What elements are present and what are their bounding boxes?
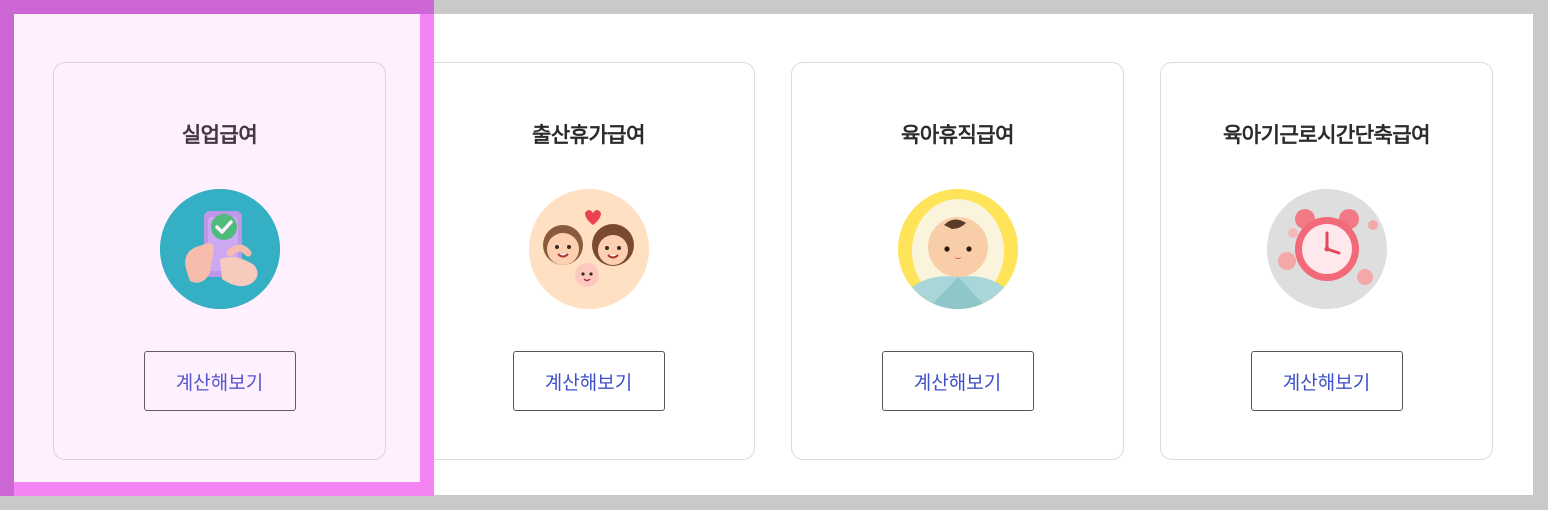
calculate-button[interactable]: 계산해보기: [1250, 351, 1403, 411]
card-title: 육아휴직급여: [901, 123, 1014, 147]
family-icon: [528, 189, 649, 309]
calculate-button[interactable]: 계산해보기: [512, 351, 665, 411]
selection-highlight-left-edge: [0, 0, 14, 496]
calculate-button[interactable]: 계산해보기: [881, 351, 1034, 411]
phone-check-icon: [159, 189, 280, 309]
card-parental-leave-benefit: 육아휴직급여 계산해보기: [791, 62, 1124, 460]
selection-highlight-top-edge: [0, 0, 434, 14]
card-title: 육아기근로시간단축급여: [1222, 123, 1431, 147]
benefit-calculator-panel: 실업급여 계산해보기 출산휴가급여 계산해보기 육아휴직급여 계산해보기 육아기…: [14, 14, 1533, 495]
baby-icon: [897, 189, 1018, 309]
card-title: 실업급여: [181, 123, 258, 147]
card-reduced-hours-benefit: 육아기근로시간단축급여 계산해보기: [1160, 62, 1493, 460]
card-unemployment-benefit: 실업급여 계산해보기: [53, 62, 386, 460]
alarm-clock-icon: [1266, 189, 1387, 309]
calculate-button[interactable]: 계산해보기: [143, 351, 296, 411]
card-maternity-leave-benefit: 출산휴가급여 계산해보기: [422, 62, 755, 460]
card-title: 출산휴가급여: [532, 123, 645, 147]
